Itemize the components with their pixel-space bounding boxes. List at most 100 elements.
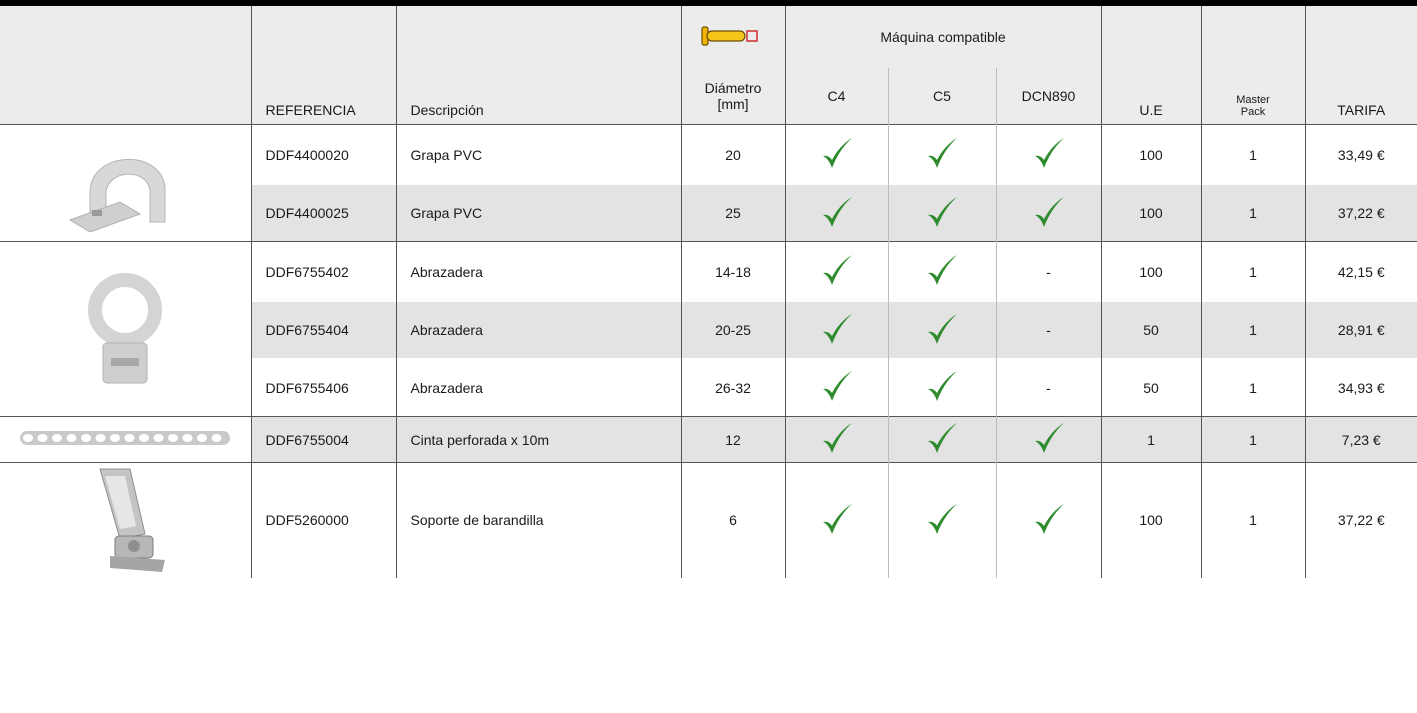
referencia-cell: DDF6755402 — [250, 241, 396, 302]
referencia-cell: DDF4400025 — [250, 184, 396, 242]
master-pack-cell: 1 — [1200, 241, 1306, 302]
diametro-header: Diámetro [mm] — [680, 68, 785, 125]
check-icon — [822, 371, 852, 401]
check-icon — [928, 423, 957, 453]
c5-header: C5 — [887, 68, 996, 125]
diameter-icon-cell — [680, 6, 785, 68]
pin-diameter-icon — [701, 25, 758, 46]
descripcion-cell: Cinta perforada x 10m — [395, 416, 681, 463]
machine-compatible-header: Máquina compatible — [784, 6, 1102, 68]
dcn890-header: DCN890 — [995, 68, 1102, 125]
check-icon — [1034, 503, 1064, 534]
referencia-cell: DDF5260000 — [250, 462, 396, 578]
referencia-cell: DDF6755406 — [250, 358, 396, 417]
railing-bracket-image — [0, 462, 251, 578]
c4-compatible-cell — [784, 358, 888, 417]
diametro-cell: 12 — [680, 416, 785, 463]
clamp-image — [0, 241, 251, 417]
ue-cell: 100 — [1100, 184, 1202, 242]
ue-cell: 100 — [1100, 124, 1202, 185]
descripcion-cell: Abrazadera — [395, 241, 681, 302]
dcn890-compatible-cell — [995, 184, 1102, 242]
dcn890-compatible-cell — [995, 416, 1102, 463]
ue-cell: 50 — [1100, 301, 1202, 359]
master-pack-cell: 1 — [1200, 124, 1306, 185]
c4-compatible-cell — [784, 416, 888, 463]
tarifa-cell: 37,22 € — [1304, 184, 1417, 242]
check-icon — [928, 255, 957, 285]
master-pack-cell: 1 — [1200, 358, 1306, 417]
dcn890-compatible-cell — [995, 124, 1102, 185]
tarifa-header: TARIFA — [1304, 6, 1417, 125]
diametro-cell: 14-18 — [680, 241, 785, 302]
check-icon — [822, 196, 852, 227]
image-header — [0, 6, 251, 125]
descripcion-cell: Abrazadera — [395, 358, 681, 417]
master-pack-cell: 1 — [1200, 416, 1306, 463]
descripcion-cell: Abrazadera — [395, 301, 681, 359]
tarifa-cell: 34,93 € — [1304, 358, 1417, 417]
check-icon — [822, 138, 852, 168]
tarifa-cell: 28,91 € — [1304, 301, 1417, 359]
diametro-cell: 20 — [680, 124, 785, 185]
check-icon — [928, 138, 957, 168]
table-row: DDF4400020 Grapa PVC 20 100 1 33,49 € — [0, 124, 1417, 242]
c5-compatible-cell — [887, 462, 996, 578]
ue-cell: 50 — [1100, 358, 1202, 417]
check-icon — [1034, 196, 1064, 227]
tarifa-cell: 42,15 € — [1304, 241, 1417, 302]
c5-compatible-cell — [887, 301, 996, 359]
check-icon — [928, 371, 957, 401]
diametro-cell: 25 — [680, 184, 785, 242]
referencia-cell: DDF6755004 — [250, 416, 396, 463]
check-icon — [928, 503, 957, 534]
descripcion-cell: Grapa PVC — [395, 184, 681, 242]
c5-compatible-cell — [887, 241, 996, 302]
descripcion-cell: Soporte de barandilla — [395, 462, 681, 578]
pvc-clip-image — [0, 124, 251, 242]
diametro-cell: 20-25 — [680, 301, 785, 359]
master-pack-cell: 1 — [1200, 184, 1306, 242]
check-icon — [1034, 138, 1064, 168]
tarifa-cell: 33,49 € — [1304, 124, 1417, 185]
descripcion-header: Descripción — [395, 6, 681, 125]
descripcion-cell: Grapa PVC — [395, 124, 681, 185]
master-pack-cell: 1 — [1200, 301, 1306, 359]
c5-compatible-cell — [887, 124, 996, 185]
table-row: DDF6755402 Abrazadera 14-18-100 1 42,15 € — [0, 241, 1417, 417]
dcn890-compatible-cell — [995, 462, 1102, 578]
master-pack-header: Master Pack — [1200, 6, 1306, 125]
check-icon — [822, 503, 852, 534]
check-icon — [822, 255, 852, 285]
ue-header: U.E — [1100, 6, 1202, 125]
c4-compatible-cell — [784, 124, 888, 185]
c5-compatible-cell — [887, 416, 996, 463]
ue-cell: 100 — [1100, 241, 1202, 302]
check-icon — [822, 313, 852, 344]
ue-cell: 1 — [1100, 416, 1202, 463]
ue-cell: 100 — [1100, 462, 1202, 578]
tarifa-cell: 37,22 € — [1304, 462, 1417, 578]
master-pack-cell: 1 — [1200, 462, 1306, 578]
dcn890-compatible-cell: - — [995, 301, 1102, 359]
check-icon — [928, 196, 957, 227]
c5-compatible-cell — [887, 358, 996, 417]
table-row: DDF5260000 Soporte de barandilla 6 100 1 37,2… — [0, 462, 1417, 578]
c4-header: C4 — [784, 68, 888, 125]
check-icon — [822, 423, 852, 453]
dcn890-compatible-cell: - — [995, 241, 1102, 302]
referencia-header: REFERENCIA — [250, 6, 396, 125]
c4-compatible-cell — [784, 241, 888, 302]
referencia-cell: DDF6755404 — [250, 301, 396, 359]
c4-compatible-cell — [784, 462, 888, 578]
diametro-cell: 26-32 — [680, 358, 785, 417]
tarifa-cell: 7,23 € — [1304, 416, 1417, 463]
product-table: REFERENCIA Descripción Máquina compatibl… — [0, 6, 1417, 578]
check-icon — [928, 313, 957, 344]
diametro-cell: 6 — [680, 462, 785, 578]
check-icon — [1034, 423, 1064, 453]
c5-compatible-cell — [887, 184, 996, 242]
referencia-cell: DDF4400020 — [250, 124, 396, 185]
table-row: DDF6755004 Cinta perforada x 10m 12 1 1 7,23 … — [0, 416, 1417, 463]
dcn890-compatible-cell: - — [995, 358, 1102, 417]
